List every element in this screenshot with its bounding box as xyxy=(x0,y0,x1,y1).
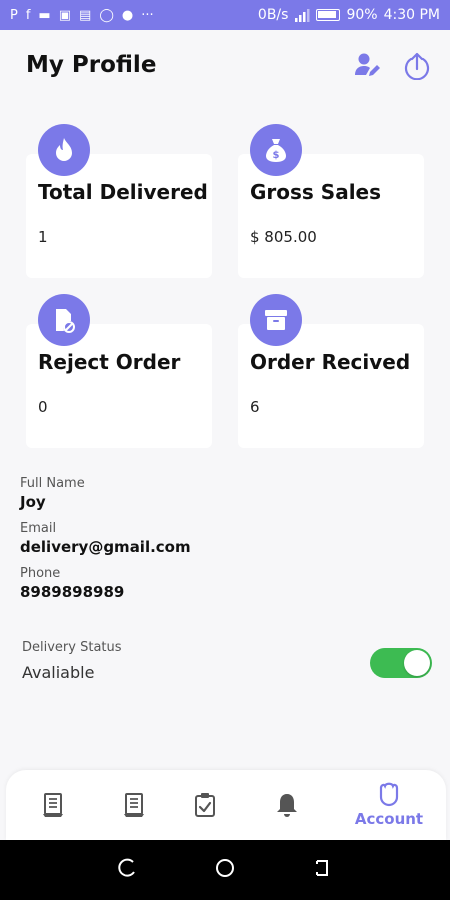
bottom-nav: Account xyxy=(6,770,446,840)
battery-icon xyxy=(316,9,341,21)
home-button[interactable] xyxy=(214,857,236,883)
more-notifications-icon: ··· xyxy=(141,7,154,23)
svg-text:$: $ xyxy=(273,150,280,161)
nav-label-account: Account xyxy=(354,810,424,828)
phone-value: 8989898989 xyxy=(20,583,125,601)
whatsapp-icon: ◯ xyxy=(99,7,114,23)
logout-icon xyxy=(404,52,430,80)
facebook-icon: f xyxy=(25,7,31,23)
flame-icon xyxy=(56,138,72,161)
stat-card-order-received[interactable]: Order Recived 6 xyxy=(238,294,424,448)
dot-icon: ● xyxy=(121,7,134,23)
rejected-document-icon xyxy=(56,309,75,333)
clipboard-check-icon xyxy=(195,793,215,817)
delivery-status-section: Delivery Status Avaliable xyxy=(22,640,432,682)
logout-button[interactable] xyxy=(402,50,432,80)
signal-icon xyxy=(295,9,310,22)
orders-list-icon xyxy=(43,793,63,817)
system-nav-bar xyxy=(0,840,450,900)
stat-label: Total Delivered xyxy=(38,180,208,204)
recent-apps-icon xyxy=(118,858,136,877)
notification-icons: P f ▬ ▣ ▤ ◯ ● ··· xyxy=(10,9,154,22)
stat-label: Gross Sales xyxy=(250,180,382,204)
stat-icon-circle xyxy=(250,294,302,346)
nav-item-notifications[interactable] xyxy=(262,770,312,840)
battery-level: 90% xyxy=(346,7,378,23)
archive-box-icon xyxy=(265,310,287,330)
stat-card-total-delivered[interactable]: Total Delivered 1 xyxy=(26,124,212,278)
nav-item-tasks[interactable] xyxy=(180,770,230,840)
phone-label: Phone xyxy=(20,566,61,581)
nav-item-account[interactable]: Account xyxy=(346,770,432,840)
account-icon xyxy=(379,782,399,807)
net-speed: 0B/s xyxy=(257,7,289,23)
app-header: My Profile xyxy=(0,30,450,100)
back-button[interactable] xyxy=(311,857,333,883)
nav-item-history[interactable] xyxy=(109,770,159,840)
stat-value: 0 xyxy=(38,398,48,416)
recent-apps-button[interactable] xyxy=(117,857,139,883)
toggle-knob xyxy=(404,650,430,676)
stat-value: $ 805.00 xyxy=(250,228,317,246)
stat-card-reject-order[interactable]: Reject Order 0 xyxy=(26,294,212,448)
home-icon xyxy=(215,859,234,877)
header-actions xyxy=(352,50,432,80)
stat-card-gross-sales[interactable]: $ Gross Sales $ 805.00 xyxy=(238,124,424,278)
orders-history-icon xyxy=(124,793,144,817)
system-status: 0B/s 90% 4:30 PM xyxy=(258,7,440,23)
message-icon: ▬ xyxy=(38,7,51,23)
money-bag-icon: $ xyxy=(266,139,286,162)
edit-profile-button[interactable] xyxy=(352,50,382,80)
full-name-value: Joy xyxy=(20,493,46,511)
app-icon: ▣ xyxy=(58,7,72,23)
delivery-status-label: Delivery Status xyxy=(22,640,122,655)
stat-value: 6 xyxy=(250,398,260,416)
nav-item-orders[interactable] xyxy=(28,770,78,840)
stat-label: Reject Order xyxy=(38,350,181,374)
email-label: Email xyxy=(20,521,57,536)
notification-icon: P xyxy=(10,7,18,23)
page-title: My Profile xyxy=(26,52,157,78)
stat-icon-circle xyxy=(38,124,90,176)
back-icon xyxy=(315,860,328,876)
image-icon: ▤ xyxy=(79,7,92,23)
clock: 4:30 PM xyxy=(383,7,440,23)
delivery-status-toggle[interactable] xyxy=(370,648,432,678)
profile-info: Full Name Joy Email delivery@gmail.com P… xyxy=(20,476,430,611)
bell-icon xyxy=(277,794,297,817)
full-name-label: Full Name xyxy=(20,476,85,491)
email-value: delivery@gmail.com xyxy=(20,538,191,556)
stat-icon-circle xyxy=(38,294,90,346)
stat-value: 1 xyxy=(38,228,48,246)
edit-profile-icon xyxy=(355,53,380,76)
status-bar: P f ▬ ▣ ▤ ◯ ● ··· 0B/s 90% 4:30 PM xyxy=(0,0,450,30)
stat-icon-circle: $ xyxy=(250,124,302,176)
stat-label: Order Recived xyxy=(250,350,411,374)
